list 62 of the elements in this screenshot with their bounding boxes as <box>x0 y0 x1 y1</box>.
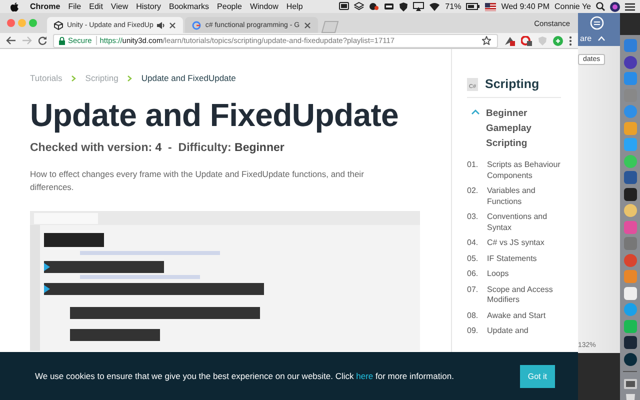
battery-percent: 71% <box>445 2 462 11</box>
airplay-icon[interactable] <box>413 2 424 11</box>
menu-item[interactable]: Window <box>250 2 278 11</box>
speaker-icon[interactable] <box>157 22 166 28</box>
ribbon-text: are <box>580 34 592 43</box>
menu-item[interactable]: People <box>217 2 242 11</box>
apple-logo-icon[interactable] <box>10 2 19 12</box>
cookie-notice: We use cookies to ensure that we give you the best experience on our website. Click here for more information. <box>35 371 455 381</box>
tutorial-meta: Checked with version: 4 - Difficulty: Beginner <box>30 142 286 154</box>
extension-icon[interactable] <box>553 36 563 46</box>
reload-icon[interactable] <box>38 36 47 45</box>
clock[interactable]: Wed 9:40 PM <box>501 2 550 11</box>
user-name[interactable]: Connie Ye <box>554 2 591 11</box>
extension-icon[interactable] <box>504 36 515 46</box>
wifi-icon[interactable] <box>429 2 440 11</box>
extension-icon[interactable] <box>521 36 532 46</box>
lesson-number: 09. <box>467 326 480 336</box>
lesson-number: 04. <box>467 238 480 248</box>
menu-item[interactable]: File <box>68 2 82 11</box>
folder-icon[interactable] <box>624 378 636 388</box>
chevron-up-icon[interactable] <box>471 109 480 115</box>
app-icon[interactable] <box>624 171 636 184</box>
lesson-number: 01. <box>467 160 480 171</box>
chevron-right-icon <box>127 74 132 82</box>
app-icon[interactable] <box>624 286 636 300</box>
unity-logo-icon <box>54 20 63 30</box>
app-icon[interactable] <box>624 188 636 200</box>
page-title: Update and FixedUpdate <box>30 96 400 134</box>
siri-icon[interactable] <box>610 2 620 12</box>
sidebar-title: Scripting <box>485 77 540 91</box>
list-icon[interactable] <box>625 2 635 10</box>
lock-icon <box>59 36 65 44</box>
shield-icon[interactable] <box>399 2 408 12</box>
chevron-right-icon <box>71 74 76 82</box>
star-icon[interactable] <box>482 36 491 45</box>
menu-item[interactable]: History <box>136 2 162 11</box>
menu-item[interactable]: Help <box>286 2 303 11</box>
google-logo-icon <box>192 20 202 30</box>
lesson-number: 05. <box>467 254 480 264</box>
app-menu[interactable]: Chrome <box>30 2 60 11</box>
lesson-number: 07. <box>467 284 480 296</box>
close-icon[interactable] <box>169 22 176 28</box>
back-icon[interactable] <box>6 36 16 45</box>
app-icon[interactable] <box>624 352 636 366</box>
menu-item[interactable]: Edit <box>89 2 103 11</box>
menu-item[interactable]: View <box>110 2 128 11</box>
flag-icon[interactable] <box>485 2 496 10</box>
search-icon[interactable] <box>596 2 605 11</box>
more-info-link[interactable]: here <box>356 371 374 381</box>
display-icon[interactable] <box>339 2 350 11</box>
lesson-number: 06. <box>467 269 480 280</box>
lesson-number: 02. <box>467 186 480 197</box>
lesson-number: 08. <box>467 310 480 321</box>
lesson-number: 03. <box>467 212 480 223</box>
close-icon[interactable] <box>304 22 311 28</box>
menu-icon[interactable] <box>569 36 572 46</box>
menu-item[interactable]: Bookmarks <box>169 2 210 11</box>
app-icon[interactable] <box>624 56 636 68</box>
breadcrumb-link[interactable]: Update and FixedUpdate <box>141 73 236 83</box>
app-icon[interactable] <box>624 336 636 349</box>
description: How to effect changes every frame with the Update and FixedUpdate functions, and their differences. <box>30 168 365 194</box>
battery-icon[interactable] <box>466 3 480 10</box>
